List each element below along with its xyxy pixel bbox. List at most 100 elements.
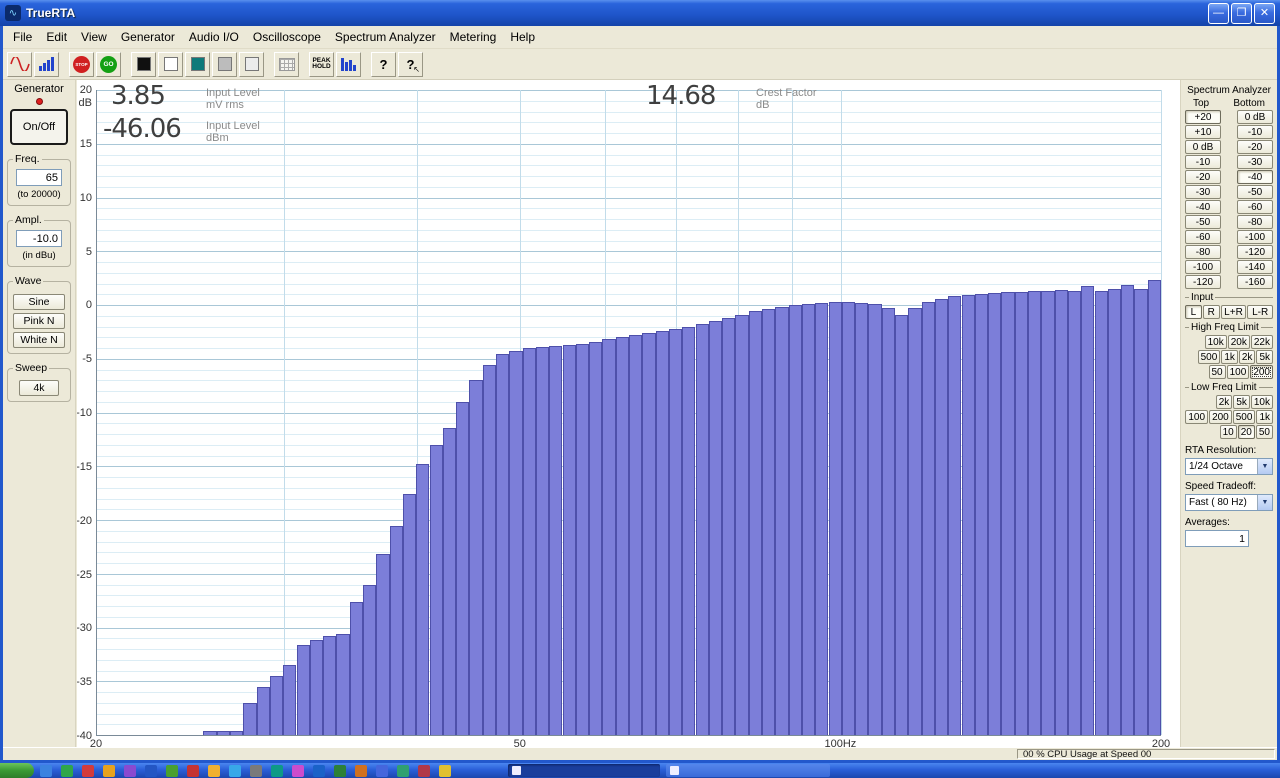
quick-launch-icon[interactable] [376, 765, 388, 777]
quick-launch-icon[interactable] [208, 765, 220, 777]
lf-20-button[interactable]: 20 [1238, 425, 1255, 439]
hf-5k-button[interactable]: 5k [1256, 350, 1273, 364]
menu-generator[interactable]: Generator [114, 27, 182, 47]
top-0db-button[interactable]: 0 dB [1185, 140, 1221, 154]
white-color-swatch-icon[interactable] [158, 52, 183, 77]
black-color-swatch-icon[interactable] [131, 52, 156, 77]
hf-100-button[interactable]: 100 [1227, 365, 1250, 379]
quick-launch-icon[interactable] [397, 765, 409, 777]
taskbar-task-button[interactable] [666, 764, 830, 777]
lf-2k-button[interactable]: 2k [1216, 395, 1233, 409]
menu-metering[interactable]: Metering [443, 27, 504, 47]
generator-onoff-button[interactable]: On/Off [10, 109, 68, 145]
wave-pink-noise-button[interactable]: Pink N [13, 313, 65, 329]
freq-input[interactable] [16, 169, 62, 186]
spectrum-display-icon[interactable] [34, 52, 59, 77]
lf-200-button[interactable]: 200 [1209, 410, 1232, 424]
grid-icon[interactable] [274, 52, 299, 77]
lf-1k-button[interactable]: 1k [1256, 410, 1273, 424]
lf-10-button[interactable]: 10 [1220, 425, 1237, 439]
top-minus120-button[interactable]: -120 [1185, 275, 1221, 289]
quick-launch-icon[interactable] [292, 765, 304, 777]
menu-view[interactable]: View [74, 27, 114, 47]
averages-input[interactable] [1185, 530, 1249, 547]
quick-launch-icon[interactable] [187, 765, 199, 777]
input-right-button[interactable]: R [1203, 305, 1220, 319]
menu-audio-io[interactable]: Audio I/O [182, 27, 246, 47]
top-plus20-button[interactable]: +20 [1185, 110, 1221, 124]
wave-white-noise-button[interactable]: White N [13, 332, 65, 348]
go-icon[interactable]: GO [96, 52, 121, 77]
quick-launch-icon[interactable] [61, 765, 73, 777]
input-l-plus-r-button[interactable]: L+R [1221, 305, 1247, 319]
lf-50-button[interactable]: 50 [1256, 425, 1273, 439]
bottom-0db-button[interactable]: 0 dB [1237, 110, 1273, 124]
top-minus80-button[interactable]: -80 [1185, 245, 1221, 259]
bottom-minus20-button[interactable]: -20 [1237, 140, 1273, 154]
hf-2k-button[interactable]: 2k [1239, 350, 1256, 364]
quick-launch-icon[interactable] [313, 765, 325, 777]
top-minus50-button[interactable]: -50 [1185, 215, 1221, 229]
hf-10k-button[interactable]: 10k [1205, 335, 1227, 349]
title-bar[interactable]: ∿ TrueRTA — ❐ ✕ [0, 0, 1280, 26]
hf-200-button[interactable]: 200 [1250, 365, 1273, 379]
bottom-minus30-button[interactable]: -30 [1237, 155, 1273, 169]
top-minus40-button[interactable]: -40 [1185, 200, 1221, 214]
peak-hold-button[interactable]: PEAKHOLD [309, 52, 334, 77]
wave-sine-button[interactable]: Sine [13, 294, 65, 310]
bar-graph-icon[interactable] [336, 52, 361, 77]
quick-launch-icon[interactable] [166, 765, 178, 777]
gray-color-swatch-icon[interactable] [212, 52, 237, 77]
sweep-4k-button[interactable]: 4k [19, 380, 59, 396]
quick-launch-icon[interactable] [124, 765, 136, 777]
hf-1k-button[interactable]: 1k [1221, 350, 1238, 364]
stop-icon[interactable]: STOP [69, 52, 94, 77]
menu-spectrum-analyzer[interactable]: Spectrum Analyzer [328, 27, 443, 47]
menu-oscilloscope[interactable]: Oscilloscope [246, 27, 328, 47]
minimize-button[interactable]: — [1208, 3, 1229, 24]
quick-launch-icon[interactable] [103, 765, 115, 777]
menu-file[interactable]: File [6, 27, 39, 47]
top-minus10-button[interactable]: -10 [1185, 155, 1221, 169]
bottom-minus140-button[interactable]: -140 [1237, 260, 1273, 274]
close-button[interactable]: ✕ [1254, 3, 1275, 24]
lf-500-button[interactable]: 500 [1233, 410, 1256, 424]
top-plus10-button[interactable]: +10 [1185, 125, 1221, 139]
quick-launch-icon[interactable] [271, 765, 283, 777]
context-help-icon[interactable]: ?↖ [398, 52, 423, 77]
input-l-minus-r-button[interactable]: L-R [1247, 305, 1273, 319]
hf-20k-button[interactable]: 20k [1228, 335, 1250, 349]
quick-launch-icon[interactable] [418, 765, 430, 777]
top-minus20-button[interactable]: -20 [1185, 170, 1221, 184]
rta-resolution-dropdown[interactable]: 1/24 Octave ▼ [1185, 458, 1273, 475]
bottom-minus120-button[interactable]: -120 [1237, 245, 1273, 259]
lf-5k-button[interactable]: 5k [1233, 395, 1250, 409]
quick-launch-icon[interactable] [40, 765, 52, 777]
chevron-down-icon[interactable]: ▼ [1257, 459, 1272, 474]
maximize-button[interactable]: ❐ [1231, 3, 1252, 24]
input-left-button[interactable]: L [1185, 305, 1202, 319]
quick-launch-icon[interactable] [250, 765, 262, 777]
top-minus60-button[interactable]: -60 [1185, 230, 1221, 244]
top-minus100-button[interactable]: -100 [1185, 260, 1221, 274]
taskbar-active-task-button[interactable] [508, 764, 660, 777]
help-icon[interactable]: ? [371, 52, 396, 77]
bottom-minus10-button[interactable]: -10 [1237, 125, 1273, 139]
sine-wave-icon[interactable] [7, 52, 32, 77]
quick-launch-icon[interactable] [145, 765, 157, 777]
bottom-minus60-button[interactable]: -60 [1237, 200, 1273, 214]
quick-launch-icon[interactable] [82, 765, 94, 777]
bottom-minus160-button[interactable]: -160 [1237, 275, 1273, 289]
bottom-minus40-button[interactable]: -40 [1237, 170, 1273, 184]
bottom-minus50-button[interactable]: -50 [1237, 185, 1273, 199]
bottom-minus100-button[interactable]: -100 [1237, 230, 1273, 244]
quick-launch-icon[interactable] [334, 765, 346, 777]
quick-launch-icon[interactable] [439, 765, 451, 777]
hf-22k-button[interactable]: 22k [1251, 335, 1273, 349]
menu-help[interactable]: Help [503, 27, 542, 47]
quick-launch-icon[interactable] [229, 765, 241, 777]
teal-color-swatch-icon[interactable] [185, 52, 210, 77]
hf-500-button[interactable]: 500 [1198, 350, 1221, 364]
quick-launch-icon[interactable] [355, 765, 367, 777]
bottom-minus80-button[interactable]: -80 [1237, 215, 1273, 229]
